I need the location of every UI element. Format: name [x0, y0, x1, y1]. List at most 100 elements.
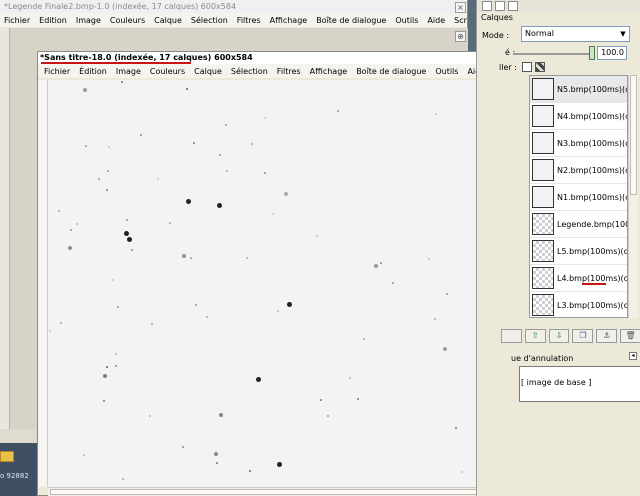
opacity-slider-track[interactable] [513, 53, 595, 55]
back-menu-1[interactable]: Edition [39, 16, 67, 25]
horizontal-scrollbar[interactable] [48, 487, 491, 496]
lock-pixels-checkbox[interactable] [522, 62, 532, 72]
layer-red-underline [582, 283, 606, 285]
front-menu-7[interactable]: Affichage [310, 67, 348, 76]
raise-layer-icon[interactable]: ⇧ [524, 329, 546, 343]
layer-row[interactable]: L4.bmp(100ms)(comb [530, 265, 627, 292]
layer-thumbnail[interactable] [532, 105, 554, 127]
star-dot [122, 478, 124, 480]
front-menu-9[interactable]: Outils [435, 67, 458, 76]
front-menu-8[interactable]: Boîte de dialogue [356, 67, 426, 76]
image-canvas[interactable] [48, 80, 491, 487]
layer-thumbnail[interactable] [532, 213, 554, 235]
front-menu-0[interactable]: Fichier [44, 67, 70, 76]
layer-thumbnail[interactable] [532, 159, 554, 181]
horizontal-scroll-thumb[interactable] [50, 489, 488, 495]
back-menu-8[interactable]: Boîte de dialogue [316, 16, 386, 25]
layer-thumbnail[interactable] [532, 132, 554, 154]
new-layer-icon[interactable] [501, 329, 522, 343]
layer-row[interactable]: L5.bmp(100ms)(comb [530, 238, 627, 265]
star-dot [461, 471, 463, 473]
star-dot [327, 415, 329, 417]
layer-thumbnail[interactable] [532, 240, 554, 262]
back-menu-2[interactable]: Image [76, 16, 101, 25]
layer-thumbnail[interactable] [532, 267, 554, 289]
layer-row[interactable]: N2.bmp(100ms)(com [530, 157, 627, 184]
delete-layer-icon[interactable]: 🗑 [620, 329, 640, 343]
layer-row[interactable]: N3.bmp(100ms)(com [530, 130, 627, 157]
star-dot [107, 170, 109, 172]
bright-star-dot [217, 203, 222, 208]
star-dot [112, 279, 114, 281]
layer-name[interactable]: N2.bmp(100ms)(com [557, 166, 627, 175]
back-menu-9[interactable]: Outils [395, 16, 418, 25]
back-menu-3[interactable]: Couleurs [110, 16, 145, 25]
back-menu-0[interactable]: Fichier [4, 16, 30, 25]
front-menu-6[interactable]: Filtres [277, 67, 301, 76]
layer-row[interactable]: N4.bmp(100ms)(com [530, 103, 627, 130]
lock-alpha-icon[interactable] [535, 62, 545, 72]
front-menu-3[interactable]: Couleurs [150, 67, 185, 76]
back-zoom-icon[interactable]: ⊕ [455, 31, 466, 42]
star-dot [195, 304, 197, 306]
layer-action-buttons: ⇧ ⇩ ❐ ⚓ 🗑 [501, 329, 640, 345]
back-menu-4[interactable]: Calque [154, 16, 182, 25]
back-close-icon[interactable]: × [455, 2, 466, 13]
back-menu-7[interactable]: Affichage [270, 16, 308, 25]
back-menu-11[interactable]: Script-Fu [454, 16, 467, 25]
star-dot [103, 374, 107, 378]
layer-name[interactable]: N1.bmp(100ms)(com [557, 193, 627, 202]
star-dot [264, 172, 266, 174]
channels-tab-icon[interactable] [495, 1, 505, 11]
paths-tab-icon[interactable] [508, 1, 518, 11]
back-menu-5[interactable]: Sélection [191, 16, 228, 25]
layer-name[interactable]: L4.bmp(100ms)(comb [557, 274, 627, 283]
star-dot [85, 145, 87, 147]
star-dot [106, 189, 108, 191]
front-menu-1[interactable]: Édition [79, 67, 107, 76]
layer-name[interactable]: Legende.bmp(100ms)(com [557, 220, 627, 229]
layer-thumbnail[interactable] [532, 78, 554, 100]
bright-star-dot [124, 231, 129, 236]
layer-name[interactable]: L5.bmp(100ms)(comb [557, 247, 627, 256]
layer-thumbnail[interactable] [532, 294, 554, 316]
opacity-slider-knob[interactable] [589, 46, 595, 60]
star-dot [131, 249, 133, 251]
anchor-layer-icon[interactable]: ⚓ [596, 329, 618, 343]
back-menu-6[interactable]: Filtres [237, 16, 261, 25]
star-dot [392, 282, 394, 284]
star-dot [193, 142, 195, 144]
layer-name[interactable]: N3.bmp(100ms)(com [557, 139, 627, 148]
front-menu-2[interactable]: Image [116, 67, 141, 76]
folder-icon[interactable] [0, 451, 14, 462]
front-menu-4[interactable]: Calque [194, 67, 222, 76]
layers-tab-icon[interactable] [482, 1, 492, 11]
star-dot [249, 470, 251, 472]
layers-list-scrollbar[interactable] [628, 75, 638, 318]
undo-collapse-icon[interactable]: ◂ [629, 352, 637, 360]
taskbar-label: o 92882 [0, 472, 29, 480]
chevron-down-icon[interactable]: ▼ [617, 27, 629, 41]
layer-row[interactable]: N5.bmp(100ms)(com [530, 76, 627, 103]
layer-row[interactable]: Legende.bmp(100ms)(com [530, 211, 627, 238]
layers-list[interactable]: N5.bmp(100ms)(com N4.bmp(100ms)(com N3.bmp… [529, 75, 628, 318]
star-dot [363, 338, 365, 340]
layer-row[interactable]: N1.bmp(100ms)(com [530, 184, 627, 211]
back-window-menubar: Fichier Edition Image Couleurs Calque Sélecti… [0, 13, 467, 27]
duplicate-layer-icon[interactable]: ❐ [572, 329, 594, 343]
opacity-input[interactable]: 100.0 [597, 46, 627, 60]
layers-scroll-thumb[interactable] [630, 75, 637, 195]
star-dot [70, 229, 72, 231]
undo-entry[interactable]: [ image de base ] [521, 378, 591, 387]
front-image-window[interactable]: *Sans titre-18.0 (indexée, 17 calques) 6… [37, 51, 503, 496]
layer-name[interactable]: N4.bmp(100ms)(com [557, 112, 627, 121]
lower-layer-icon[interactable]: ⇩ [548, 329, 570, 343]
layer-row[interactable]: L3.bmp(100ms)(comb [530, 292, 627, 317]
layer-thumbnail[interactable] [532, 186, 554, 208]
back-window-title[interactable]: *Legende Finale2.bmp-1.0 (indexée, 17 ca… [0, 0, 467, 13]
mode-dropdown[interactable]: Normal ▼ [521, 26, 630, 42]
layer-name[interactable]: L3.bmp(100ms)(comb [557, 301, 627, 310]
layer-name[interactable]: N5.bmp(100ms)(com [557, 85, 627, 94]
back-menu-10[interactable]: Aide [427, 16, 445, 25]
front-menu-5[interactable]: Sélection [231, 67, 268, 76]
